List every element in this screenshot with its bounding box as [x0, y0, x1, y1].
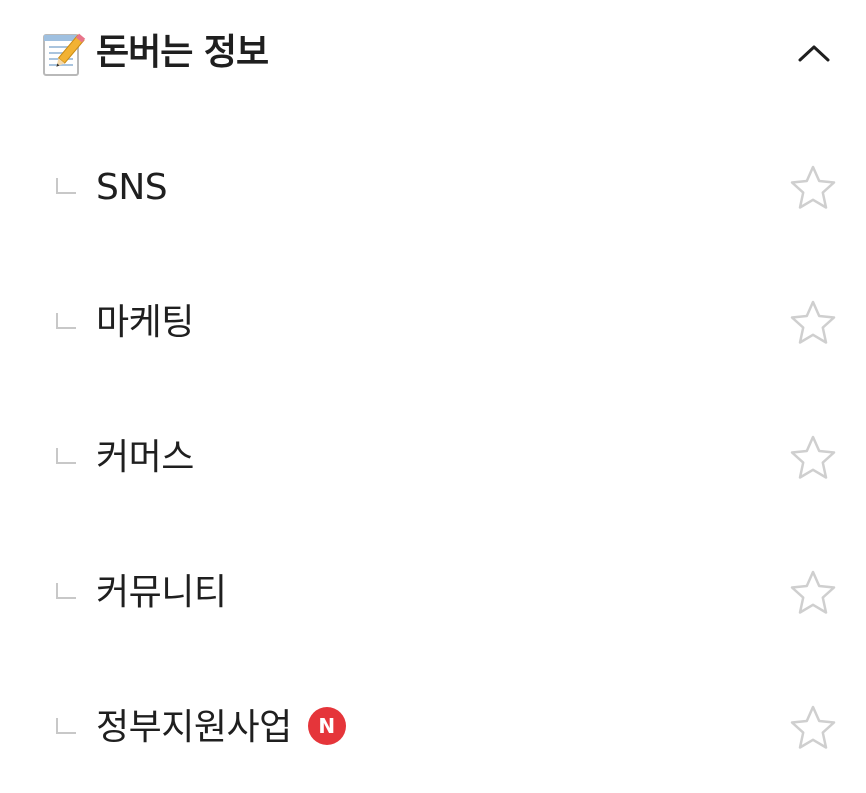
menu-item-label: 정부지원사업: [96, 707, 292, 748]
star-outline-icon[interactable]: [789, 704, 837, 752]
branch-icon: [56, 313, 76, 329]
menu-item-commerce[interactable]: 커머스: [0, 404, 866, 514]
menu-item-label-wrapper: 정부지원사업 N: [96, 706, 346, 750]
star-outline-icon[interactable]: [789, 299, 837, 347]
section-title: 돈버는 정보: [96, 32, 269, 73]
memo-icon: [43, 33, 86, 76]
branch-icon: [56, 718, 76, 734]
star-outline-icon[interactable]: [789, 434, 837, 482]
menu-item-marketing[interactable]: 마케팅: [0, 269, 866, 379]
menu-item-label: 마케팅: [96, 302, 194, 343]
menu-item-label: 커머스: [96, 437, 194, 478]
star-outline-icon[interactable]: [789, 569, 837, 617]
menu-item-sns[interactable]: SNS: [0, 134, 866, 244]
new-badge: N: [307, 707, 346, 745]
menu-item-community[interactable]: 커뮤니티: [0, 539, 866, 649]
branch-icon: [56, 583, 76, 599]
section-header[interactable]: 돈버는 정보: [0, 0, 866, 110]
branch-icon: [56, 178, 76, 194]
menu-item-label: SNS: [96, 167, 168, 208]
branch-icon: [56, 448, 76, 464]
menu-item-label: 커뮤니티: [96, 572, 227, 613]
star-outline-icon[interactable]: [789, 164, 837, 212]
menu-item-government-support[interactable]: 정부지원사업 N: [0, 674, 866, 784]
chevron-up-icon[interactable]: [795, 38, 833, 68]
